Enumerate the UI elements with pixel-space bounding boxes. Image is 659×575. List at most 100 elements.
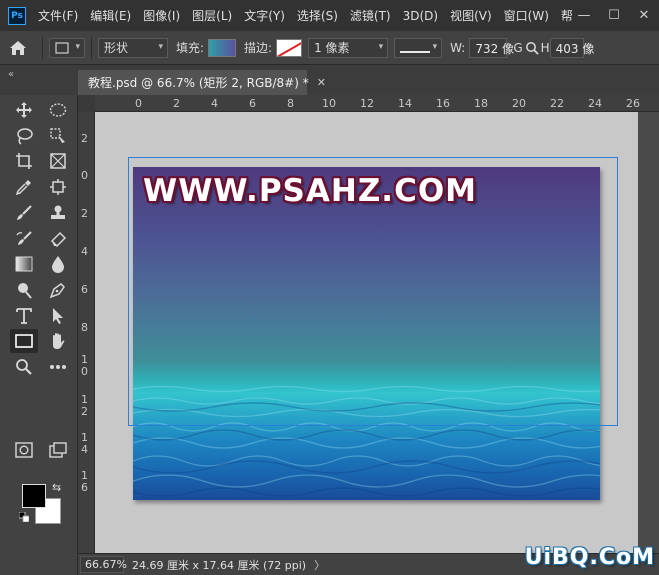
- ruler-label: 14: [398, 97, 412, 110]
- crop-tool[interactable]: [10, 149, 38, 173]
- blur-tool[interactable]: [44, 252, 72, 276]
- vertical-scrollbar[interactable]: [638, 112, 659, 553]
- fill-label: 填充:: [176, 41, 205, 55]
- eraser-icon: [50, 231, 67, 248]
- document-tab[interactable]: 教程.psd @ 66.7% (矩形 2, RGB/8#) * ✕: [78, 70, 326, 95]
- menu-view[interactable]: 视图(V): [450, 7, 492, 24]
- marquee-tool[interactable]: [44, 98, 72, 122]
- lasso-tool[interactable]: [10, 124, 38, 148]
- tool-mode-select[interactable]: 形状 ▾: [98, 37, 168, 58]
- healing-tool[interactable]: [44, 175, 72, 199]
- shape-bounding-box[interactable]: [128, 157, 618, 426]
- pen-tool[interactable]: [44, 278, 72, 302]
- ruler-label: 6: [81, 283, 88, 296]
- close-tab-icon[interactable]: ✕: [317, 76, 326, 89]
- screen-mode-icon: [49, 442, 67, 458]
- default-colors-icon[interactable]: [19, 512, 29, 522]
- more-tools[interactable]: [44, 355, 72, 379]
- menu-window[interactable]: 窗口(W): [504, 7, 549, 24]
- chevron-down-icon: ▾: [75, 41, 80, 52]
- move-tool[interactable]: [10, 98, 38, 122]
- quick-select-tool[interactable]: [44, 124, 72, 148]
- document-info: 24.69 厘米 x 17.64 厘米 (72 ppi): [132, 558, 307, 572]
- eyedropper-tool[interactable]: [10, 175, 38, 199]
- move-icon: [16, 102, 32, 118]
- chevron-down-icon: ▾: [378, 41, 384, 52]
- canvas-area[interactable]: WWW.PSAHZ.COM: [95, 112, 659, 553]
- zoom-icon: [16, 359, 32, 375]
- screen-mode-button[interactable]: [44, 438, 72, 462]
- menu-file[interactable]: 文件(F): [38, 7, 78, 24]
- stroke-label: 描边:: [244, 41, 273, 55]
- foreground-color-swatch[interactable]: [22, 484, 46, 508]
- chevron-down-icon: ▾: [158, 41, 163, 52]
- stroke-width-field[interactable]: 1 像素 ▾: [308, 37, 389, 58]
- ruler-label: 1 6: [81, 469, 88, 494]
- ruler-corner[interactable]: [78, 95, 95, 112]
- rectangle-tool[interactable]: [10, 329, 38, 353]
- horizontal-ruler[interactable]: 2 0 2 4 6 8 10 12 14 16 18 20 22 24 26: [78, 95, 659, 112]
- menu-edit[interactable]: 编辑(E): [90, 7, 131, 24]
- link-dimensions-label: G: [513, 40, 523, 55]
- collapse-panel-icon[interactable]: «: [8, 69, 14, 80]
- pasteboard[interactable]: WWW.PSAHZ.COM: [95, 112, 638, 553]
- h-label-glyph: H: [540, 40, 550, 55]
- vertical-ruler[interactable]: 2 0 2 4 6 8 1 0 1 2 1 4 1 6: [78, 112, 95, 553]
- stroke-width-value: 1 像素: [314, 41, 350, 55]
- search-icon[interactable]: [525, 41, 539, 55]
- ruler-label: 8: [81, 321, 88, 334]
- frame-icon: [50, 153, 66, 169]
- menu-bar: Ps 文件(F) 编辑(E) 图像(I) 图层(L) 文字(Y) 选择(S) 滤…: [0, 0, 659, 31]
- eyedropper-icon: [15, 180, 31, 196]
- home-button[interactable]: [0, 31, 36, 65]
- ruler-label: 0: [135, 97, 142, 110]
- pen-icon: [49, 283, 65, 299]
- menu-layer[interactable]: 图层(L): [192, 7, 232, 24]
- menu-image[interactable]: 图像(I): [143, 7, 180, 24]
- zoom-level-field[interactable]: 66.67%: [80, 556, 127, 573]
- history-brush-tool[interactable]: [10, 227, 38, 251]
- status-menu-arrow[interactable]: 〉: [314, 557, 325, 573]
- ruler-label: 1 2: [81, 393, 88, 418]
- tool-preset-picker[interactable]: ▾: [49, 37, 85, 58]
- path-select-tool[interactable]: [44, 304, 72, 328]
- frame-tool[interactable]: [44, 149, 72, 173]
- stroke-line-preview: [400, 50, 431, 53]
- gradient-tool[interactable]: [10, 252, 38, 276]
- tool-panel: ⇆: [0, 95, 78, 575]
- fill-swatch[interactable]: [208, 38, 237, 57]
- lasso-icon: [17, 128, 33, 145]
- menu-filter[interactable]: 滤镜(T): [350, 7, 391, 24]
- height-input[interactable]: 403 像: [549, 37, 594, 58]
- minimize-button[interactable]: —: [569, 8, 599, 23]
- stroke-type-select[interactable]: ▾: [394, 37, 443, 58]
- ruler-label: 0: [81, 169, 88, 182]
- dodge-tool[interactable]: [10, 278, 38, 302]
- quick-mask-button[interactable]: [10, 438, 38, 462]
- brush-tool[interactable]: [10, 201, 38, 225]
- photoshop-logo: Ps: [8, 6, 26, 25]
- quick-select-icon: [50, 128, 65, 143]
- menu-type[interactable]: 文字(Y): [244, 7, 285, 24]
- swap-colors-icon[interactable]: ⇆: [52, 481, 61, 494]
- type-tool[interactable]: [10, 304, 38, 328]
- marquee-icon: [49, 103, 67, 117]
- close-window-button[interactable]: ✕: [629, 8, 659, 23]
- ruler-label: 1 0: [81, 353, 88, 378]
- hand-tool[interactable]: [44, 329, 72, 353]
- stroke-swatch[interactable]: [276, 38, 303, 57]
- history-brush-icon: [16, 231, 32, 245]
- menu-3d[interactable]: 3D(D): [403, 9, 438, 23]
- maximize-button[interactable]: ☐: [599, 8, 629, 23]
- width-input[interactable]: 732 像: [469, 37, 514, 58]
- type-icon: [16, 308, 32, 324]
- ruler-label: 20: [512, 97, 526, 110]
- stamp-tool[interactable]: [44, 201, 72, 225]
- ruler-label: 6: [249, 97, 256, 110]
- quick-mask-icon: [15, 442, 33, 458]
- tool-mode-value: 形状: [104, 41, 129, 55]
- menu-select[interactable]: 选择(S): [297, 7, 338, 24]
- eraser-tool[interactable]: [44, 227, 72, 251]
- zoom-tool[interactable]: [10, 355, 38, 379]
- healing-icon: [50, 179, 66, 195]
